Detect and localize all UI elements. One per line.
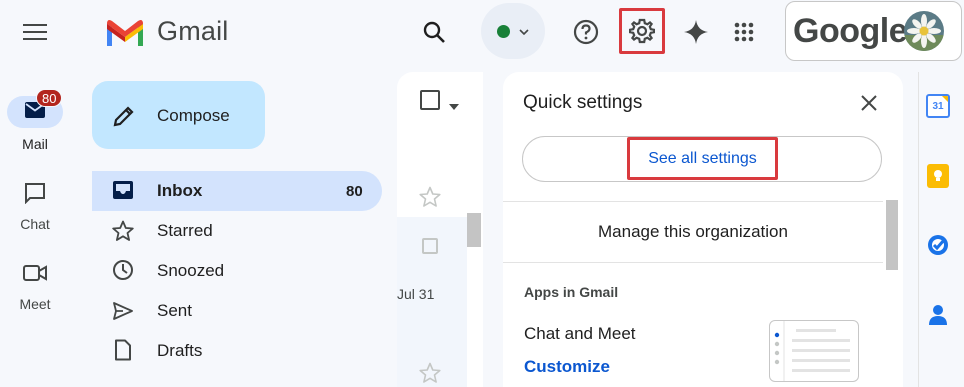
contacts-app-icon[interactable] <box>926 303 950 327</box>
gmail-logo-icon[interactable] <box>104 16 146 48</box>
google-apps-grid-icon[interactable] <box>724 12 764 52</box>
gemini-sparkle-icon[interactable] <box>676 12 716 52</box>
sidebar-item-label: Sent <box>157 301 192 320</box>
clock-icon <box>112 259 136 283</box>
pencil-icon <box>111 103 137 129</box>
calendar-app-icon[interactable]: 31 <box>926 94 950 118</box>
gmail-window: Gmail Google 80 Mail Chat Meet Compose I… <box>0 0 964 387</box>
manage-organization-link[interactable]: Manage this organization <box>503 222 883 242</box>
sidebar-item-label: Inbox <box>157 181 203 200</box>
chevron-down-icon <box>519 22 529 40</box>
chat-meet-layout-preview <box>769 320 859 382</box>
star-toggle-icon[interactable] <box>419 186 441 213</box>
rail-mail-label[interactable]: Mail <box>0 136 70 152</box>
main-menu-icon[interactable] <box>14 18 56 46</box>
star-icon <box>112 220 136 244</box>
gmail-wordmark[interactable]: Gmail <box>157 16 229 47</box>
sidebar-item-label: Snoozed <box>157 261 225 280</box>
calendar-day-label: 31 <box>932 100 944 112</box>
google-account-brand: Google <box>793 12 908 50</box>
settings-gear-icon[interactable] <box>619 8 665 54</box>
see-all-settings-highlight[interactable]: See all settings <box>627 137 778 180</box>
message-date: Jul 31 <box>397 286 435 302</box>
compose-label: Compose <box>157 106 230 125</box>
sidebar-item-label: Starred <box>157 221 213 240</box>
unread-count-badge: 80 <box>36 89 63 107</box>
rail-meet-label[interactable]: Meet <box>0 296 70 312</box>
calendar-fold-icon <box>942 96 948 102</box>
status-indicator-button[interactable] <box>481 3 545 59</box>
side-panel-divider <box>918 72 919 387</box>
row-checkbox[interactable] <box>422 238 438 254</box>
help-icon[interactable] <box>566 12 606 52</box>
customize-link[interactable]: Customize <box>524 357 610 377</box>
quick-settings-title: Quick settings <box>523 92 643 113</box>
search-icon[interactable] <box>414 14 454 50</box>
keep-app-icon[interactable] <box>927 164 949 188</box>
list-scrollbar[interactable] <box>467 213 481 247</box>
inbox-icon <box>112 179 136 203</box>
rail-chat-label[interactable]: Chat <box>0 216 70 232</box>
sidebar-item-label: Drafts <box>157 341 203 360</box>
tasks-app-icon[interactable] <box>926 233 950 257</box>
active-status-dot-icon <box>497 24 510 38</box>
avatar[interactable] <box>904 11 944 51</box>
see-all-settings-label: See all settings <box>648 149 757 167</box>
chat-bubble-icon[interactable] <box>21 180 49 206</box>
send-icon <box>112 300 136 324</box>
select-all-checkbox[interactable] <box>420 90 440 110</box>
quick-settings-scrollbar[interactable] <box>886 200 898 270</box>
close-icon[interactable] <box>856 90 882 116</box>
meet-video-icon[interactable] <box>21 260 49 286</box>
draft-icon <box>112 339 136 363</box>
divider <box>503 262 883 263</box>
inbox-count: 80 <box>346 183 363 200</box>
star-toggle-icon[interactable] <box>419 362 441 387</box>
select-options-chevron-icon[interactable] <box>449 97 459 115</box>
apps-in-gmail-heading: Apps in Gmail <box>524 284 619 300</box>
chat-and-meet-label: Chat and Meet <box>524 324 636 343</box>
divider <box>503 201 883 202</box>
